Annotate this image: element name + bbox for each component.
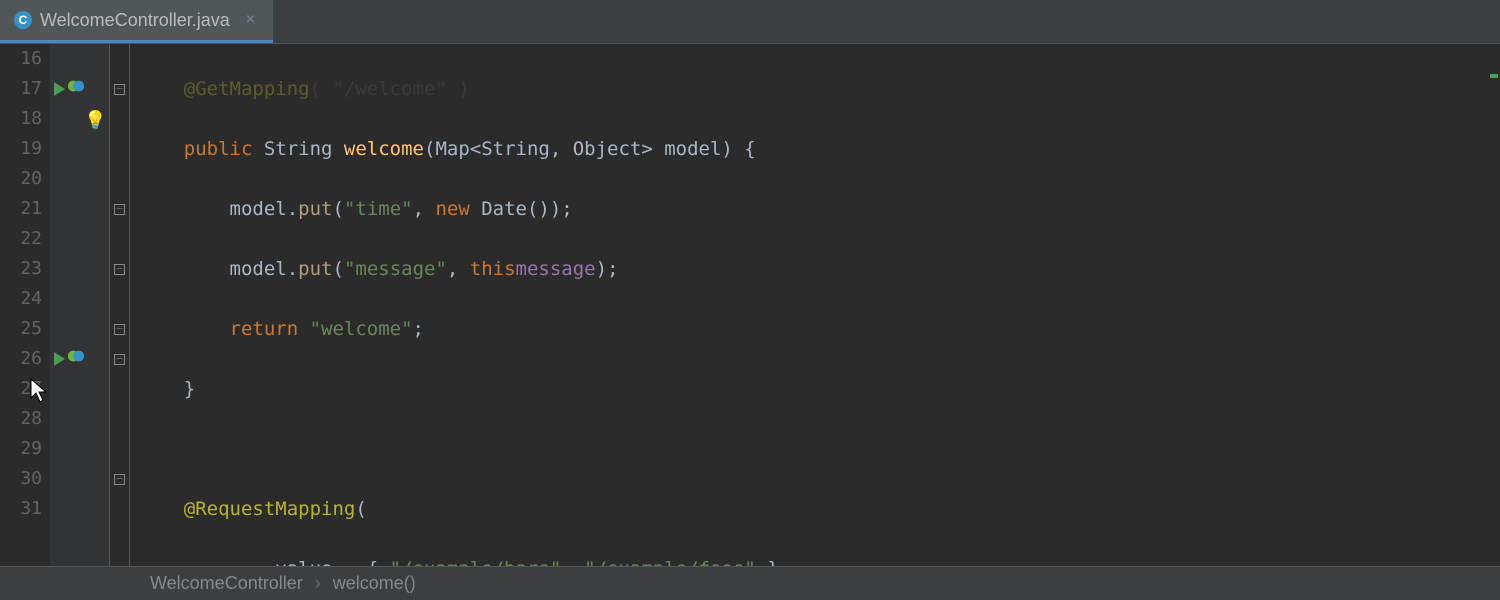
- code-text: }: [184, 378, 195, 400]
- line-number[interactable]: 21: [0, 194, 42, 224]
- breadcrumb-class[interactable]: WelcomeController: [150, 573, 303, 594]
- editor: 16 17 18 19 20 21 22 23 24 25 26 27 28 2…: [0, 44, 1500, 566]
- line-number[interactable]: 30: [0, 464, 42, 494]
- line-number[interactable]: 29: [0, 434, 42, 464]
- code-text: ,: [413, 198, 436, 220]
- code-text: Date());: [481, 198, 573, 220]
- method-name: welcome: [344, 138, 424, 160]
- string-literal: "message": [344, 258, 447, 280]
- keyword: new: [435, 198, 481, 220]
- code-text: (: [332, 258, 343, 280]
- line-number[interactable]: 19: [0, 134, 42, 164]
- code-text: model.: [230, 198, 299, 220]
- string-typo: foos: [699, 558, 745, 566]
- code-area[interactable]: @GetMapping( "/welcome" ) public String …: [130, 44, 1500, 566]
- line-number[interactable]: 28: [0, 404, 42, 434]
- code-text: ,: [447, 258, 470, 280]
- code-text: );: [596, 258, 619, 280]
- keyword: public: [184, 138, 264, 160]
- code-text: ;: [413, 318, 424, 340]
- line-number[interactable]: 26: [0, 344, 42, 374]
- annotation: @RequestMapping: [184, 498, 356, 520]
- error-stripe[interactable]: [1488, 44, 1500, 566]
- class-file-icon: C: [14, 11, 32, 29]
- run-icon[interactable]: [54, 352, 65, 366]
- method-call: put: [298, 198, 332, 220]
- fold-toggle-icon[interactable]: –: [114, 204, 125, 215]
- line-number-gutter[interactable]: 16 17 18 19 20 21 22 23 24 25 26 27 28 2…: [0, 44, 50, 566]
- line-number[interactable]: 25: [0, 314, 42, 344]
- string-literal: "welcome": [310, 318, 413, 340]
- code-text: ( "/welcome" ): [310, 78, 470, 100]
- string-literal: "/example/bars": [390, 558, 562, 566]
- editor-tab-active[interactable]: C WelcomeController.java ×: [0, 0, 273, 43]
- code-text: },: [756, 558, 790, 566]
- string-literal: ": [744, 558, 755, 566]
- line-number[interactable]: 31: [0, 494, 42, 524]
- icon-gutter: 💡: [50, 44, 110, 566]
- fold-gutter: – – – – – –: [110, 44, 130, 566]
- intention-bulb-icon[interactable]: 💡: [84, 106, 106, 136]
- tab-bar: C WelcomeController.java ×: [0, 0, 1500, 44]
- spring-bean-icon[interactable]: [67, 344, 85, 374]
- code-text: ,: [561, 558, 584, 566]
- line-number[interactable]: 22: [0, 224, 42, 254]
- code-text: (Map<String, Object> model) {: [424, 138, 756, 160]
- line-number[interactable]: 16: [0, 44, 42, 74]
- line-number[interactable]: 23: [0, 254, 42, 284]
- fold-toggle-icon[interactable]: –: [114, 354, 125, 365]
- keyword: return: [230, 318, 310, 340]
- marker-ok-icon[interactable]: [1490, 74, 1498, 78]
- code-text: value = {: [275, 558, 389, 566]
- code-text: (: [355, 498, 366, 520]
- code-text: model.: [230, 258, 299, 280]
- spring-bean-icon[interactable]: [67, 74, 85, 104]
- fold-toggle-icon[interactable]: –: [114, 474, 125, 485]
- chevron-right-icon: ›: [315, 573, 321, 594]
- keyword: this: [470, 258, 516, 280]
- string-literal: "time": [344, 198, 413, 220]
- fold-toggle-icon[interactable]: –: [114, 264, 125, 275]
- line-number[interactable]: 20: [0, 164, 42, 194]
- breadcrumb-method[interactable]: welcome(): [333, 573, 416, 594]
- line-number[interactable]: 18: [0, 104, 42, 134]
- fold-toggle-icon[interactable]: –: [114, 84, 125, 95]
- run-icon[interactable]: [54, 82, 65, 96]
- type: String: [264, 138, 344, 160]
- method-call: put: [298, 258, 332, 280]
- line-number[interactable]: 27: [0, 374, 42, 404]
- annotation: @GetMapping: [184, 78, 310, 100]
- string-literal: "/example/: [584, 558, 698, 566]
- breadcrumb-bar: WelcomeController › welcome(): [0, 566, 1500, 600]
- field-ref: message: [516, 258, 596, 280]
- close-tab-icon[interactable]: ×: [242, 11, 259, 29]
- code-text: (: [332, 198, 343, 220]
- line-number[interactable]: 17: [0, 74, 42, 104]
- fold-toggle-icon[interactable]: –: [114, 324, 125, 335]
- tab-title: WelcomeController.java: [40, 10, 230, 31]
- line-number[interactable]: 24: [0, 284, 42, 314]
